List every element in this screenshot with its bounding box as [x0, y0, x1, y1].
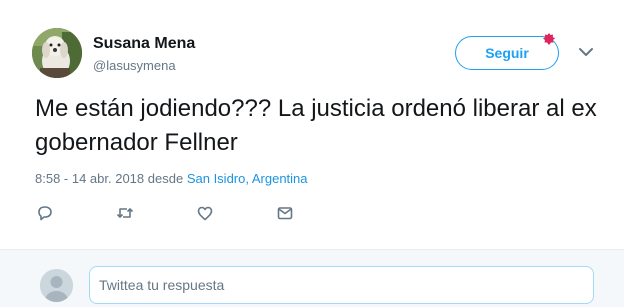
profile-photo-icon: [32, 28, 82, 78]
like-icon: [197, 206, 213, 221]
tweet-text: Me están jodiendo??? La justicia ordenó …: [35, 95, 597, 156]
tweet-card: Susana Mena @lasusymena Seguir Me están …: [0, 0, 624, 249]
reply-button[interactable]: [35, 203, 55, 223]
direct-message-button[interactable]: [275, 203, 295, 223]
default-avatar-icon: [40, 269, 73, 302]
from-label: desde: [147, 171, 184, 186]
retweet-button[interactable]: [115, 203, 135, 223]
notification-badge-icon: [543, 33, 555, 45]
author-handle[interactable]: @lasusymena: [93, 58, 176, 73]
chevron-down-icon[interactable]: [578, 46, 594, 58]
direct-message-icon: [277, 207, 293, 220]
reply-icon: [38, 206, 52, 221]
tweet-meta: 8:58 - 14 abr. 2018 desde San Isidro, Ar…: [35, 171, 308, 186]
tweet-location-link[interactable]: San Isidro, Argentina: [187, 171, 308, 186]
current-user-avatar: [40, 269, 73, 302]
author-avatar[interactable]: [32, 28, 82, 78]
tweet-timestamp[interactable]: 8:58 - 14 abr. 2018: [35, 171, 144, 186]
like-button[interactable]: [195, 203, 215, 223]
retweet-icon: [116, 208, 134, 218]
author-display-name[interactable]: Susana Mena: [93, 35, 195, 53]
reply-input[interactable]: [89, 266, 594, 304]
